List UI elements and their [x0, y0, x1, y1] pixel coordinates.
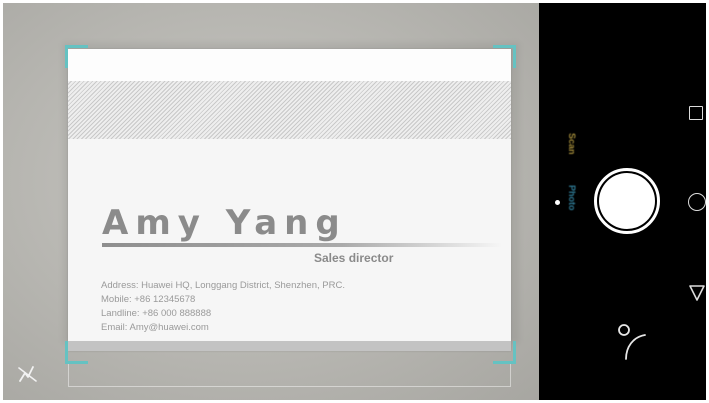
card-mobile: Mobile: +86 12345678 — [101, 294, 196, 305]
card-landline: Landline: +86 000 888888 — [101, 308, 212, 319]
mode-list: Scan Photo — [567, 133, 581, 233]
card-contact-info: Address: Huawei HQ, Longgang District, S… — [101, 279, 345, 335]
recents-square-icon[interactable] — [689, 106, 703, 120]
card-email: Email: Amy@huawei.com — [101, 322, 209, 333]
flash-off-icon[interactable] — [16, 359, 42, 385]
shutter-button[interactable] — [599, 173, 655, 229]
scan-frame-corner-bottom-left — [65, 341, 88, 364]
card-bottom-strip — [68, 341, 511, 351]
scan-frame-guide — [68, 364, 511, 387]
card-address: Address: Huawei HQ, Longgang District, S… — [101, 280, 345, 291]
card-hatch-band — [68, 81, 511, 139]
card-job-title: Sales director — [314, 251, 394, 265]
camera-screen: Amy Yang Sales director Address: Huawei … — [3, 3, 706, 400]
scan-frame-corner-top-right — [493, 45, 516, 68]
camera-controls: Scan Photo — [539, 3, 706, 400]
back-triangle-icon[interactable] — [688, 284, 706, 302]
scan-frame-corner-top-left — [65, 45, 88, 68]
mode-scan[interactable]: Scan — [567, 133, 577, 155]
viewfinder[interactable]: Amy Yang Sales director Address: Huawei … — [3, 3, 539, 400]
card-name: Amy Yang — [102, 203, 347, 243]
switch-camera-icon[interactable] — [611, 317, 651, 361]
mode-indicator-dot — [555, 200, 560, 205]
scan-frame-corner-bottom-right — [493, 341, 516, 364]
card-divider — [102, 243, 502, 247]
card-top-strip — [68, 49, 511, 81]
home-circle-icon[interactable] — [688, 193, 706, 211]
business-card: Amy Yang Sales director Address: Huawei … — [68, 49, 511, 351]
mode-photo[interactable]: Photo — [567, 185, 577, 211]
